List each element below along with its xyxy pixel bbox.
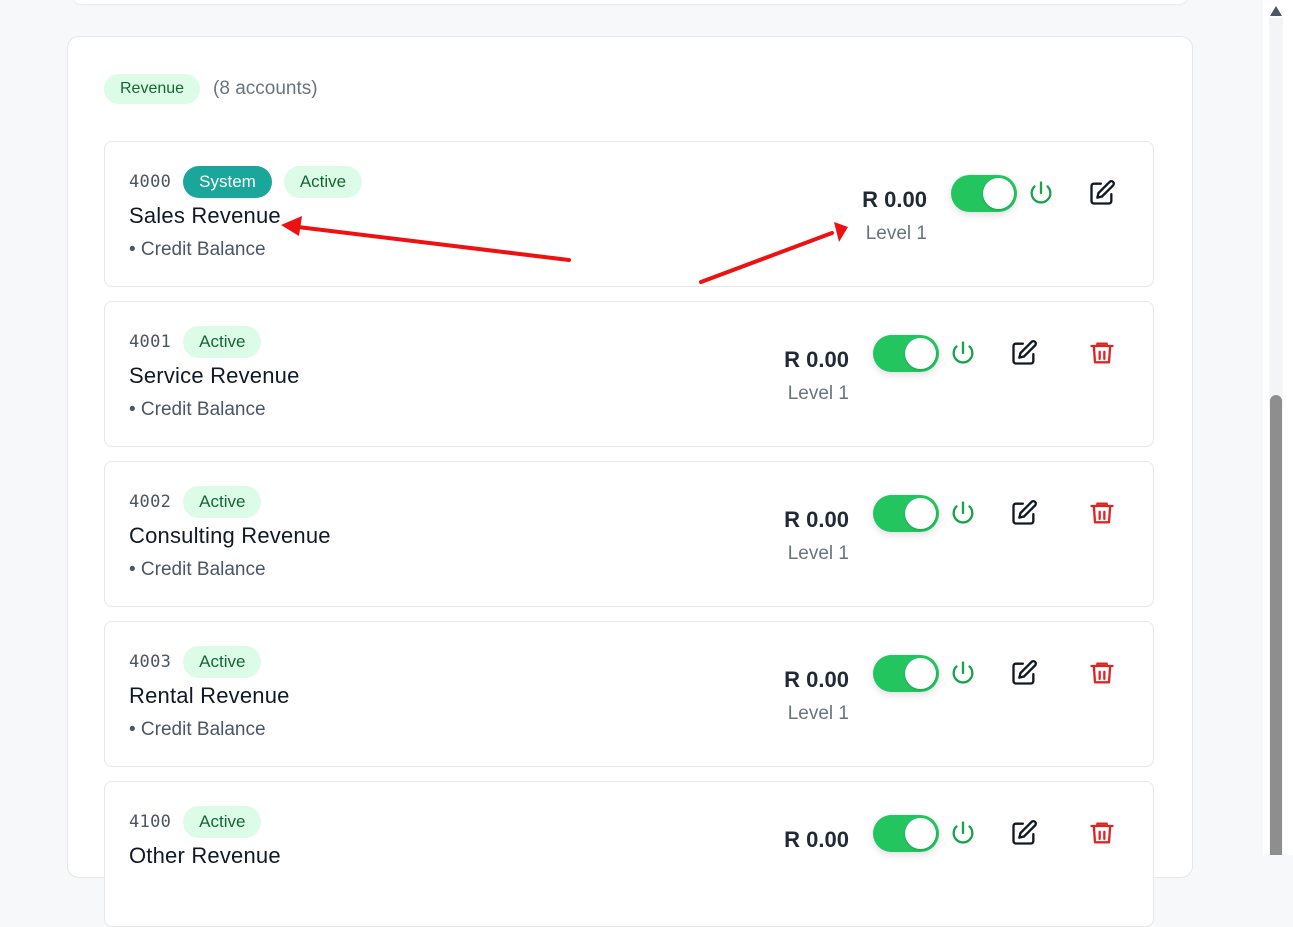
account-meta: 4002 Active: [129, 486, 273, 518]
trash-icon[interactable]: [1088, 659, 1116, 687]
status-badge: Active: [183, 646, 262, 678]
account-name: Service Revenue: [129, 363, 300, 388]
toggle-knob: [905, 818, 936, 849]
previous-section-edge: [72, 0, 1188, 4]
system-badge: System: [183, 166, 272, 198]
account-name: Rental Revenue: [129, 683, 290, 708]
trash-icon[interactable]: [1088, 499, 1116, 527]
active-toggle[interactable]: [873, 655, 939, 692]
balance-type: • Credit Balance: [129, 559, 266, 580]
account-balance: R 0.00: [784, 667, 849, 692]
group-header: Revenue (8 accounts): [104, 74, 318, 104]
power-icon[interactable]: [949, 339, 977, 367]
account-card: 4001 Active Service Revenue • Credit Bal…: [104, 301, 1154, 447]
account-code: 4002: [129, 492, 172, 512]
status-badge: Active: [183, 486, 262, 518]
toggle-knob: [983, 178, 1014, 209]
power-icon[interactable]: [1027, 179, 1055, 207]
account-meta: 4003 Active: [129, 646, 273, 678]
edit-icon[interactable]: [1088, 179, 1116, 207]
account-code: 4001: [129, 332, 172, 352]
account-balance: R 0.00: [784, 347, 849, 372]
scrollbar-thumb[interactable]: [1270, 395, 1282, 855]
status-badge: Active: [283, 166, 363, 198]
balance-type: • Credit Balance: [129, 719, 266, 740]
account-balance: R 0.00: [784, 507, 849, 532]
balance-type: • Credit Balance: [129, 239, 266, 260]
edit-icon[interactable]: [1010, 499, 1038, 527]
account-code: 4000: [129, 172, 172, 192]
account-card: 4100 Active Other Revenue R 0.00: [104, 781, 1154, 927]
power-icon[interactable]: [949, 819, 977, 847]
power-icon[interactable]: [949, 499, 977, 527]
trash-icon[interactable]: [1088, 339, 1116, 367]
active-toggle[interactable]: [873, 815, 939, 852]
toggle-knob: [905, 338, 936, 369]
edit-icon[interactable]: [1010, 339, 1038, 367]
account-code: 4003: [129, 652, 172, 672]
active-toggle[interactable]: [873, 335, 939, 372]
balance-type: • Credit Balance: [129, 399, 266, 420]
account-name: Sales Revenue: [129, 203, 281, 228]
group-account-count: (8 accounts): [213, 78, 318, 99]
status-badge: Active: [183, 806, 262, 838]
scroll-up-arrow-icon[interactable]: [1270, 6, 1282, 16]
status-badge: Active: [183, 326, 262, 358]
account-level: Level 1: [787, 703, 849, 724]
toggle-knob: [905, 658, 936, 689]
group-type-badge: Revenue: [104, 74, 201, 104]
account-card: 4002 Active Consulting Revenue • Credit …: [104, 461, 1154, 607]
account-name: Other Revenue: [129, 843, 281, 868]
account-level: Level 1: [787, 383, 849, 404]
account-name: Consulting Revenue: [129, 523, 331, 548]
account-meta: 4001 Active: [129, 326, 273, 358]
account-balance: R 0.00: [862, 187, 927, 212]
active-toggle[interactable]: [951, 175, 1017, 212]
account-card: 4003 Active Rental Revenue • Credit Bala…: [104, 621, 1154, 767]
account-code: 4100: [129, 812, 172, 832]
account-balance: R 0.00: [784, 827, 849, 852]
active-toggle[interactable]: [873, 495, 939, 532]
power-icon[interactable]: [949, 659, 977, 687]
toggle-knob: [905, 498, 936, 529]
account-card: 4000 System Active Sales Revenue • Credi…: [104, 141, 1154, 287]
account-meta: 4000 System Active: [129, 166, 374, 198]
account-level: Level 1: [865, 223, 927, 244]
account-level: Level 1: [787, 543, 849, 564]
account-meta: 4100 Active: [129, 806, 273, 838]
edit-icon[interactable]: [1010, 819, 1038, 847]
edit-icon[interactable]: [1010, 659, 1038, 687]
trash-icon[interactable]: [1088, 819, 1116, 847]
